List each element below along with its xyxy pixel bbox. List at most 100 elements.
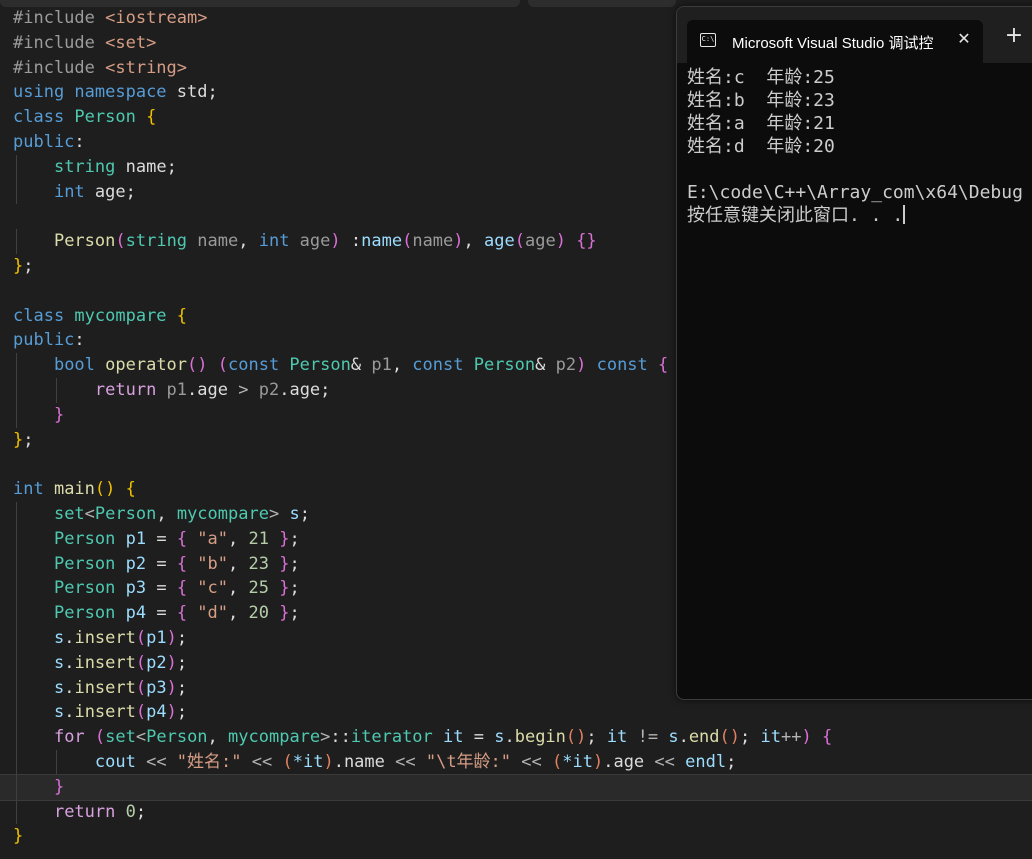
code-token: ) — [323, 751, 334, 772]
code-token: 0 — [125, 801, 136, 822]
code-token: ( — [217, 355, 228, 376]
code-token: p3 — [146, 677, 167, 698]
code-token: ; — [289, 553, 300, 574]
code-token: ( — [135, 652, 147, 673]
code-token: : — [74, 131, 85, 152]
code-token: , — [238, 231, 259, 252]
code-token: { — [821, 727, 833, 748]
code-token: , — [228, 553, 249, 574]
new-tab-button[interactable]: + — [1003, 25, 1025, 47]
code-token: const — [228, 355, 290, 376]
code-token: insert — [74, 652, 136, 673]
code-token: ( — [94, 727, 106, 748]
code-token: { — [125, 479, 136, 500]
code-token: string — [125, 231, 198, 252]
code-token: } — [279, 603, 290, 624]
code-token: p1 — [125, 528, 157, 549]
code-token: age — [94, 181, 126, 202]
code-token: ) — [166, 652, 177, 673]
code-line[interactable]: return 0; — [0, 799, 1032, 825]
code-token: age — [289, 379, 321, 400]
code-token: = — [156, 528, 177, 549]
code-token: s — [668, 727, 679, 748]
code-token: string — [53, 156, 126, 177]
code-token: *it — [292, 751, 324, 772]
console-output-text: 姓名:c 年龄:25 — [687, 67, 835, 88]
code-token: name — [197, 231, 239, 252]
code-token: , — [391, 355, 413, 376]
code-token: () — [565, 727, 587, 748]
code-token: s — [53, 677, 65, 698]
code-line[interactable]: } — [0, 773, 1032, 801]
code-token: . — [64, 652, 75, 673]
code-token: , — [463, 231, 485, 252]
code-token: begin — [514, 727, 566, 748]
debug-console-window[interactable]: C:\ Microsoft Visual Studio 调试控 ✕ + 姓名:c… — [676, 6, 1032, 700]
console-output-line: 姓名:b 年龄:23 — [687, 89, 1032, 112]
code-token: { — [176, 528, 198, 549]
code-token: , — [228, 528, 249, 549]
close-icon[interactable]: ✕ — [953, 28, 975, 50]
code-token: const — [412, 355, 474, 376]
code-token: . — [333, 751, 344, 772]
code-token: . — [678, 727, 689, 748]
code-token: . — [64, 702, 75, 723]
indent-guide — [16, 774, 17, 800]
indent-guide — [16, 625, 17, 651]
code-token: , — [228, 603, 249, 624]
code-token: int — [13, 479, 54, 500]
code-token: public — [13, 330, 75, 351]
indent-guide — [16, 179, 17, 205]
code-token: ; — [740, 727, 761, 748]
code-line[interactable]: for (set<Person, mycompare>::iterator it… — [0, 725, 1032, 750]
indent-guide — [16, 402, 17, 428]
console-output-text: E:\code\C++\Array_com\x64\Debug — [687, 182, 1023, 203]
console-app-icon: C:\ — [700, 33, 716, 47]
indent-guide — [16, 601, 17, 626]
code-token: < — [84, 503, 95, 524]
code-token: Person — [289, 355, 351, 376]
code-token: s — [53, 702, 65, 723]
code-token: ; — [726, 751, 737, 772]
code-token: p2 — [258, 379, 280, 400]
code-line[interactable]: s.insert(p4); — [0, 700, 1032, 726]
code-token: ; — [176, 627, 188, 648]
console-titlebar[interactable]: C:\ Microsoft Visual Studio 调试控 ✕ + — [677, 7, 1032, 63]
code-token: age — [299, 231, 331, 252]
code-token: #include — [13, 32, 106, 53]
code-token: { — [658, 355, 669, 376]
console-tab[interactable]: C:\ Microsoft Visual Studio 调试控 ✕ — [687, 20, 983, 63]
code-token: ; — [23, 255, 34, 276]
code-token: 23 — [248, 553, 280, 574]
code-token: p1 — [371, 355, 392, 376]
code-line[interactable]: } — [0, 824, 1032, 849]
code-token: ( — [402, 231, 413, 252]
code-token: = — [156, 553, 177, 574]
code-token: , — [207, 727, 229, 748]
code-token: "b" — [197, 553, 229, 574]
code-token: () — [187, 355, 218, 376]
code-token: int — [53, 181, 95, 202]
code-token: <string> — [105, 57, 188, 78]
code-token: & — [350, 355, 372, 376]
code-token: ) — [555, 231, 577, 252]
code-token: . — [279, 379, 290, 400]
console-output[interactable]: 姓名:c 年龄:25 姓名:b 年龄:23 姓名:a 年龄:21 姓名:d 年龄:20… — [687, 66, 1032, 227]
code-token: *it — [562, 751, 593, 772]
code-token: << — [521, 751, 552, 772]
code-token: age — [197, 379, 228, 400]
code-token: ; — [320, 379, 331, 400]
code-token: ; — [166, 156, 177, 177]
code-line[interactable]: cout << "姓名:" << (*it).name << "\t年龄:" <… — [0, 749, 1032, 775]
indent-guide — [16, 229, 17, 254]
code-token: ) — [592, 751, 604, 772]
code-token: : — [74, 330, 85, 351]
